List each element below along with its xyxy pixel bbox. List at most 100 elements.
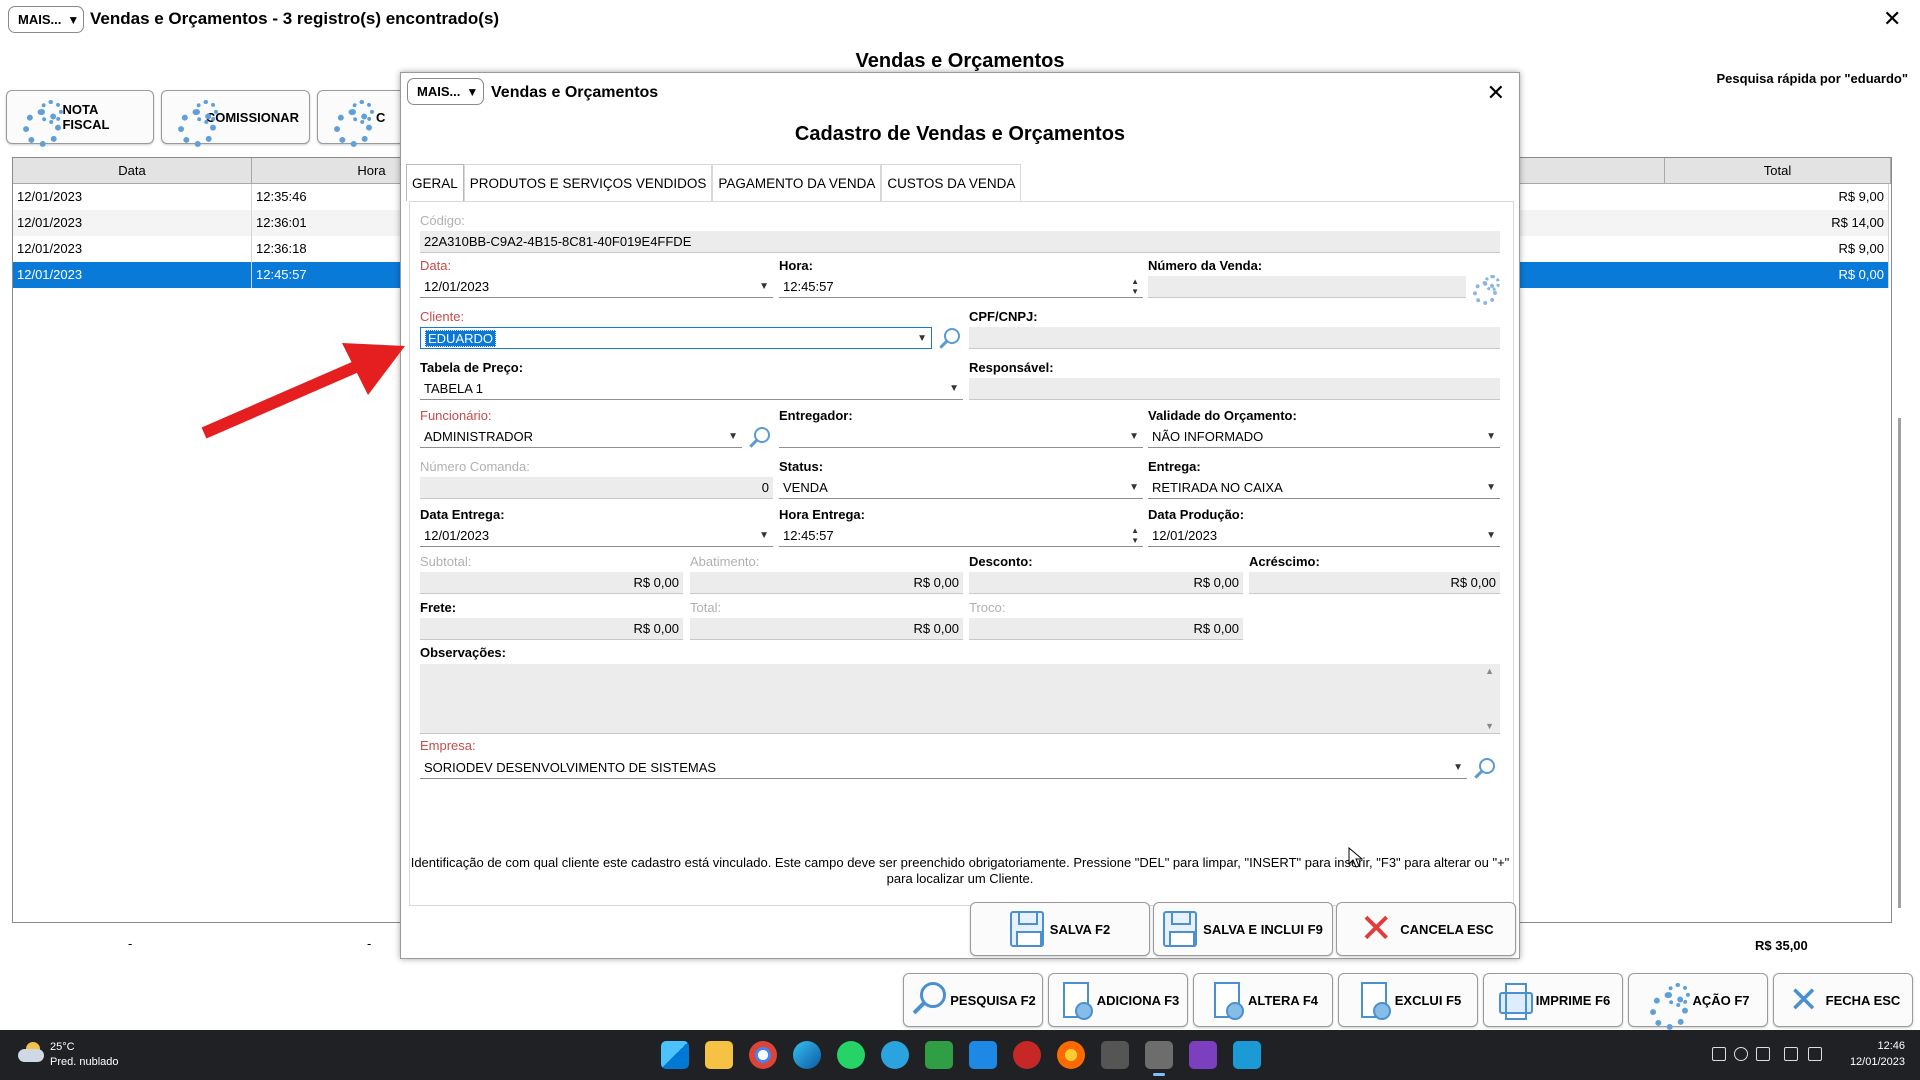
main-close-icon[interactable]: ✕ <box>1883 6 1901 32</box>
hora-entrega-field[interactable]: 12:45:57 ▲ ▼ <box>779 525 1143 547</box>
fecha-button[interactable]: ✕ FECHA ESC <box>1773 973 1913 1027</box>
chevron-down-icon[interactable]: ▼ <box>728 426 738 447</box>
data-field[interactable]: 12/01/2023 ▼ <box>420 276 773 298</box>
clock-date[interactable]: 12/01/2023 <box>1840 1056 1905 1068</box>
tab-custos[interactable]: CUSTOS DA VENDA <box>881 164 1022 201</box>
dialog-menu-button[interactable]: MAIS... ▼ <box>407 78 484 105</box>
gear-icon <box>174 97 218 147</box>
windows-start-icon[interactable] <box>661 1041 689 1069</box>
column-header-total[interactable]: Total <box>1665 158 1891 184</box>
validade-field[interactable]: NÃO INFORMADO ▼ <box>1148 426 1500 448</box>
hora-field[interactable]: 12:45:57 ▲ ▼ <box>779 276 1143 298</box>
frete-field[interactable]: R$ 0,00 <box>420 618 683 640</box>
spinner-icon[interactable]: ▲ ▼ <box>1131 277 1139 297</box>
tab-geral[interactable]: GERAL <box>406 164 464 201</box>
file-explorer-icon[interactable] <box>705 1041 733 1069</box>
mail-icon[interactable] <box>969 1041 997 1069</box>
desconto-field[interactable]: R$ 0,00 <box>969 572 1243 594</box>
firefox-icon[interactable] <box>1057 1041 1085 1069</box>
weather-cloud-icon[interactable] <box>18 1042 44 1062</box>
window-app-icon[interactable] <box>1233 1041 1261 1069</box>
scroll-down-icon[interactable]: ▼ <box>1485 721 1494 731</box>
tabela-preco-field[interactable]: TABELA 1 ▼ <box>420 378 963 400</box>
cliente-value: EDUARDO <box>425 330 497 347</box>
chevron-down-icon[interactable]: ▼ <box>917 328 927 348</box>
dialog-close-icon[interactable]: ✕ <box>1487 80 1505 106</box>
telegram-icon[interactable] <box>881 1041 909 1069</box>
chevron-down-icon[interactable]: ▼ <box>1453 757 1463 778</box>
funcionario-field[interactable]: ADMINISTRADOR ▼ <box>420 426 742 448</box>
salva-button[interactable]: SALVA F2 <box>970 902 1150 956</box>
observacoes-textarea[interactable]: ▲ ▼ <box>420 664 1500 734</box>
edge-icon[interactable] <box>793 1041 821 1069</box>
data-producao-label: Data Produção: <box>1148 507 1245 522</box>
weather-temperature[interactable]: 25°C <box>50 1041 75 1053</box>
whatsapp-icon[interactable] <box>837 1041 865 1069</box>
weather-description[interactable]: Pred. nublado <box>50 1056 119 1068</box>
nota-fiscal-button[interactable]: NOTA FISCAL <box>6 90 154 147</box>
imprime-button[interactable]: IMPRIME F6 <box>1483 973 1623 1027</box>
dialog-title: Vendas e Orçamentos <box>491 84 659 101</box>
main-menu-button[interactable]: MAIS... ▼ <box>8 6 84 33</box>
funcionario-search-icon[interactable] <box>748 426 770 448</box>
volume-icon[interactable] <box>1808 1047 1822 1061</box>
empresa-field[interactable]: SORIODEV DESENVOLVIMENTO DE SISTEMAS ▼ <box>420 757 1467 779</box>
save-icon <box>1009 911 1044 947</box>
comissionar-button[interactable]: COMISSIONAR <box>161 90 310 147</box>
acrescimo-field[interactable]: R$ 0,00 <box>1249 572 1500 594</box>
adiciona-label: ADICIONA F3 <box>1096 992 1180 1008</box>
altera-button[interactable]: ALTERA F4 <box>1193 973 1333 1027</box>
cancela-button[interactable]: ✕ CANCELA ESC <box>1336 902 1516 956</box>
entrega-field[interactable]: RETIRADA NO CAIXA ▼ <box>1148 477 1500 499</box>
toolbar-third-button[interactable]: C <box>317 90 407 147</box>
hora-entrega-value: 12:45:57 <box>783 528 834 543</box>
troco-field: R$ 0,00 <box>969 618 1243 640</box>
grid-vertical-scrollbar[interactable] <box>1898 418 1901 908</box>
main-titlebar: MAIS... ▼ Vendas e Orçamentos - 3 regist… <box>0 0 1920 40</box>
gear-icon[interactable] <box>1471 274 1500 305</box>
exclui-label: EXCLUI F5 <box>1394 992 1462 1008</box>
cell-data: 12/01/2023 <box>13 236 252 262</box>
entregador-field[interactable]: ▼ <box>779 426 1143 448</box>
tab-pagamento[interactable]: PAGAMENTO DA VENDA <box>712 164 882 201</box>
column-header-data[interactable]: Data <box>13 158 252 184</box>
chevron-down-icon[interactable]: ▼ <box>1129 426 1139 447</box>
clock-time[interactable]: 12:46 <box>1865 1040 1905 1052</box>
data-producao-field[interactable]: 12/01/2023 ▼ <box>1148 525 1500 547</box>
acao-button[interactable]: AÇÃO F7 <box>1628 973 1768 1030</box>
chevron-down-icon[interactable]: ▼ <box>1486 426 1496 447</box>
chevron-down-icon[interactable]: ▼ <box>1486 477 1496 498</box>
frete-label: Frete: <box>420 600 457 615</box>
chevron-down-icon[interactable]: ▼ <box>949 378 959 399</box>
cliente-field[interactable]: EDUARDO ▼ <box>420 327 932 349</box>
chevron-down-icon[interactable]: ▼ <box>759 525 769 546</box>
status-label: Status: <box>779 459 824 474</box>
status-field[interactable]: VENDA ▼ <box>779 477 1143 499</box>
data-entrega-field[interactable]: 12/01/2023 ▼ <box>420 525 773 547</box>
chevron-down-icon[interactable]: ▼ <box>1486 525 1496 546</box>
cloud-icon[interactable] <box>1756 1047 1770 1061</box>
media-icon[interactable] <box>1189 1041 1217 1069</box>
empresa-search-icon[interactable] <box>1473 757 1495 779</box>
network-icon[interactable] <box>1784 1047 1798 1061</box>
spinner-icon[interactable]: ▲ ▼ <box>1131 526 1139 546</box>
adiciona-button[interactable]: ADICIONA F3 <box>1048 973 1188 1027</box>
chrome-icon[interactable] <box>749 1041 777 1069</box>
spreadsheet-icon[interactable] <box>925 1041 953 1069</box>
cliente-search-icon[interactable] <box>938 327 960 349</box>
funcionario-label: Funcionário: <box>420 408 492 423</box>
tab-produtos[interactable]: PRODUTOS E SERVIÇOS VENDIDOS <box>463 164 713 201</box>
chevron-down-icon[interactable]: ▼ <box>759 276 769 297</box>
usb-icon[interactable] <box>1712 1047 1726 1061</box>
chevron-down-icon[interactable]: ▼ <box>1129 477 1139 498</box>
app-icon[interactable] <box>1013 1041 1041 1069</box>
pesquisa-button[interactable]: PESQUISA F2 <box>903 973 1043 1027</box>
save-icon <box>1163 911 1198 947</box>
exclui-button[interactable]: EXCLUI F5 <box>1338 973 1478 1027</box>
salva-inclui-button[interactable]: SALVA E INCLUI F9 <box>1153 902 1333 956</box>
soriodev-active-icon[interactable] <box>1145 1041 1173 1076</box>
soriodev-icon[interactable] <box>1101 1041 1129 1069</box>
scroll-up-icon[interactable]: ▲ <box>1485 666 1494 676</box>
security-icon[interactable] <box>1734 1047 1748 1061</box>
entrega-value: RETIRADA NO CAIXA <box>1152 480 1283 495</box>
